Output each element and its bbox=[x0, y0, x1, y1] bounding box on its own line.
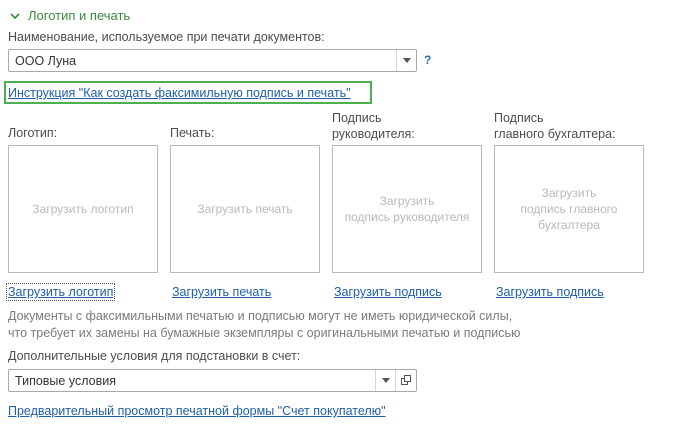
help-button[interactable]: ? bbox=[424, 53, 431, 67]
instruction-link-highlight: Инструкция "Как создать факсимильную под… bbox=[4, 81, 372, 104]
conditions-open-button[interactable] bbox=[395, 370, 416, 391]
upload-logo-link[interactable]: Загрузить логотип bbox=[5, 283, 116, 301]
director-signature-label: Подпись руководителя: bbox=[332, 111, 415, 141]
preview-print-form-link[interactable]: Предварительный просмотр печатной формы … bbox=[8, 404, 386, 418]
name-field-label: Наименование, используемое при печати до… bbox=[8, 30, 325, 44]
conditions-field[interactable]: Типовые условия bbox=[8, 369, 417, 392]
conditions-label: Дополнительные условия для подстановки в… bbox=[8, 349, 301, 363]
director-signature-image-box[interactable]: Загрузить подпись руководителя bbox=[332, 145, 482, 273]
logo-placeholder: Загрузить логотип bbox=[32, 202, 134, 216]
accountant-signature-label: Подпись главного бухгалтера: bbox=[494, 111, 616, 141]
stamp-label: Печать: bbox=[170, 126, 215, 140]
instruction-link[interactable]: Инструкция "Как создать факсимильную под… bbox=[8, 86, 351, 100]
section-toggle[interactable]: Логотип и печать bbox=[8, 8, 130, 23]
name-field-dropdown-button[interactable] bbox=[396, 50, 416, 71]
upload-stamp-link[interactable]: Загрузить печать bbox=[172, 285, 271, 299]
triangle-down-icon bbox=[402, 58, 411, 63]
section-title: Логотип и печать bbox=[28, 8, 131, 23]
open-window-icon bbox=[400, 375, 411, 385]
conditions-field-value: Типовые условия bbox=[15, 373, 116, 388]
accountant-signature-image-box[interactable]: Загрузить подпись главного бухгалтера bbox=[494, 145, 644, 273]
logo-image-box[interactable]: Загрузить логотип bbox=[8, 145, 158, 273]
accountant-signature-placeholder: Загрузить подпись главного бухгалтера bbox=[520, 186, 618, 232]
logo-label: Логотип: bbox=[8, 126, 58, 140]
director-signature-placeholder: Загрузить подпись руководителя bbox=[344, 194, 470, 224]
name-field[interactable]: ООО Луна bbox=[8, 49, 417, 72]
conditions-dropdown-button[interactable] bbox=[375, 370, 395, 391]
chevron-down-icon bbox=[10, 12, 20, 19]
upload-director-signature-link[interactable]: Загрузить подпись bbox=[334, 285, 442, 299]
upload-accountant-signature-link[interactable]: Загрузить подпись bbox=[496, 285, 604, 299]
stamp-image-box[interactable]: Загрузить печать bbox=[170, 145, 320, 273]
stamp-placeholder: Загрузить печать bbox=[197, 202, 293, 216]
triangle-down-icon bbox=[381, 378, 390, 383]
name-field-value: ООО Луна bbox=[15, 53, 77, 68]
legal-note: Документы с факсимильными печатью и подп… bbox=[8, 309, 521, 340]
